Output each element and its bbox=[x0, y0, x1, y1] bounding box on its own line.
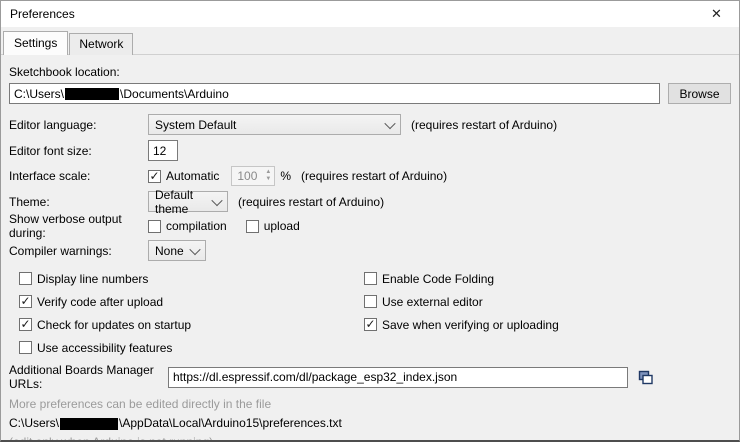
chevron-down-icon bbox=[211, 194, 222, 205]
settings-panel: Sketchbook location: C:\Users\ \Documents… bbox=[1, 55, 739, 442]
tab-network-label: Network bbox=[79, 37, 123, 51]
verify-code-after-upload-label: Verify code after upload bbox=[37, 295, 163, 309]
display-line-numbers-item[interactable]: Display line numbers bbox=[19, 272, 364, 286]
check-for-updates-label: Check for updates on startup bbox=[37, 318, 191, 332]
compiler-warnings-select[interactable]: None bbox=[148, 240, 206, 261]
tab-bar: Settings Network bbox=[1, 27, 739, 55]
use-external-editor-item[interactable]: Use external editor bbox=[364, 295, 483, 309]
window-title: Preferences bbox=[1, 7, 694, 21]
tab-network[interactable]: Network bbox=[69, 33, 133, 55]
more-prefs-note: More preferences can be edited directly … bbox=[9, 397, 271, 411]
enable-code-folding-checkbox[interactable] bbox=[364, 272, 377, 285]
upload-label: upload bbox=[264, 219, 300, 233]
scale-unit: % bbox=[280, 169, 291, 183]
theme-select[interactable]: Default theme bbox=[148, 191, 228, 212]
chevron-down-icon bbox=[384, 117, 395, 128]
theme-note: (requires restart of Arduino) bbox=[238, 195, 384, 209]
editor-language-note: (requires restart of Arduino) bbox=[411, 118, 557, 132]
edit-note: (edit only when Arduino is not running) bbox=[9, 435, 213, 442]
scale-value: 100 bbox=[232, 169, 262, 183]
interface-scale-note: (requires restart of Arduino) bbox=[301, 169, 447, 183]
redacted-username bbox=[60, 418, 118, 430]
close-icon: ✕ bbox=[711, 6, 722, 22]
check-for-updates-item[interactable]: Check for updates on startup bbox=[19, 318, 364, 332]
editor-language-value: System Default bbox=[155, 118, 236, 132]
editor-language-select[interactable]: System Default bbox=[148, 114, 401, 135]
verify-code-after-upload-item[interactable]: Verify code after upload bbox=[19, 295, 364, 309]
automatic-scale-checkbox-item[interactable]: Automatic bbox=[148, 169, 219, 183]
use-accessibility-features-item[interactable]: Use accessibility features bbox=[19, 341, 364, 355]
verbose-compilation-item[interactable]: compilation bbox=[148, 219, 227, 233]
compiler-warnings-label: Compiler warnings: bbox=[9, 244, 148, 258]
theme-value: Default theme bbox=[155, 188, 209, 216]
spinner-arrows-icon[interactable]: ▲▼ bbox=[262, 169, 274, 183]
enable-code-folding-item[interactable]: Enable Code Folding bbox=[364, 272, 494, 286]
editor-language-label: Editor language: bbox=[9, 118, 148, 132]
sketchbook-path-prefix: C:\Users\ bbox=[14, 87, 64, 101]
use-accessibility-features-checkbox[interactable] bbox=[19, 341, 32, 354]
interface-scale-label: Interface scale: bbox=[9, 169, 148, 183]
display-line-numbers-checkbox[interactable] bbox=[19, 272, 32, 285]
chevron-down-icon bbox=[189, 243, 200, 254]
save-when-verifying-label: Save when verifying or uploading bbox=[382, 318, 559, 332]
tab-settings-label: Settings bbox=[14, 36, 57, 50]
prefs-path-prefix: C:\Users\ bbox=[9, 416, 59, 430]
verbose-output-label: Show verbose output during: bbox=[9, 212, 148, 240]
new-window-icon bbox=[638, 370, 653, 385]
check-for-updates-checkbox[interactable] bbox=[19, 318, 32, 331]
editor-font-size-value: 12 bbox=[153, 144, 166, 158]
editor-font-size-label: Editor font size: bbox=[9, 144, 148, 158]
save-when-verifying-item[interactable]: Save when verifying or uploading bbox=[364, 318, 559, 332]
sketchbook-location-input[interactable]: C:\Users\ \Documents\Arduino bbox=[9, 83, 660, 104]
close-button[interactable]: ✕ bbox=[694, 1, 739, 27]
use-external-editor-label: Use external editor bbox=[382, 295, 483, 309]
compilation-checkbox[interactable] bbox=[148, 220, 161, 233]
boards-manager-urls-label: Additional Boards Manager URLs: bbox=[9, 363, 168, 391]
prefs-path-suffix: \AppData\Local\Arduino15\preferences.txt bbox=[119, 416, 342, 430]
compilation-label: compilation bbox=[166, 219, 227, 233]
compiler-warnings-value: None bbox=[155, 244, 184, 258]
verify-code-after-upload-checkbox[interactable] bbox=[19, 295, 32, 308]
sketchbook-path-suffix: \Documents\Arduino bbox=[120, 87, 229, 101]
tab-settings[interactable]: Settings bbox=[3, 31, 68, 55]
use-external-editor-checkbox[interactable] bbox=[364, 295, 377, 308]
preferences-dialog: Preferences ✕ Settings Network Sketchboo… bbox=[0, 0, 740, 442]
verbose-upload-item[interactable]: upload bbox=[246, 219, 300, 233]
scale-spinner[interactable]: 100 ▲▼ bbox=[231, 166, 275, 186]
boards-manager-urls-input[interactable]: https://dl.espressif.com/dl/package_esp3… bbox=[168, 367, 628, 388]
title-bar: Preferences ✕ bbox=[1, 1, 739, 27]
use-accessibility-features-label: Use accessibility features bbox=[37, 341, 172, 355]
upload-checkbox[interactable] bbox=[246, 220, 259, 233]
redacted-username bbox=[65, 88, 119, 100]
display-line-numbers-label: Display line numbers bbox=[37, 272, 148, 286]
automatic-scale-label: Automatic bbox=[166, 169, 219, 183]
boards-manager-urls-value: https://dl.espressif.com/dl/package_esp3… bbox=[173, 370, 457, 384]
automatic-scale-checkbox[interactable] bbox=[148, 170, 161, 183]
sketchbook-location-label: Sketchbook location: bbox=[9, 65, 120, 79]
editor-font-size-input[interactable]: 12 bbox=[148, 140, 178, 161]
enable-code-folding-label: Enable Code Folding bbox=[382, 272, 494, 286]
save-when-verifying-checkbox[interactable] bbox=[364, 318, 377, 331]
theme-label: Theme: bbox=[9, 195, 148, 209]
browse-button-label: Browse bbox=[680, 87, 720, 101]
browse-button[interactable]: Browse bbox=[668, 83, 731, 104]
open-urls-window-button[interactable] bbox=[634, 367, 656, 388]
